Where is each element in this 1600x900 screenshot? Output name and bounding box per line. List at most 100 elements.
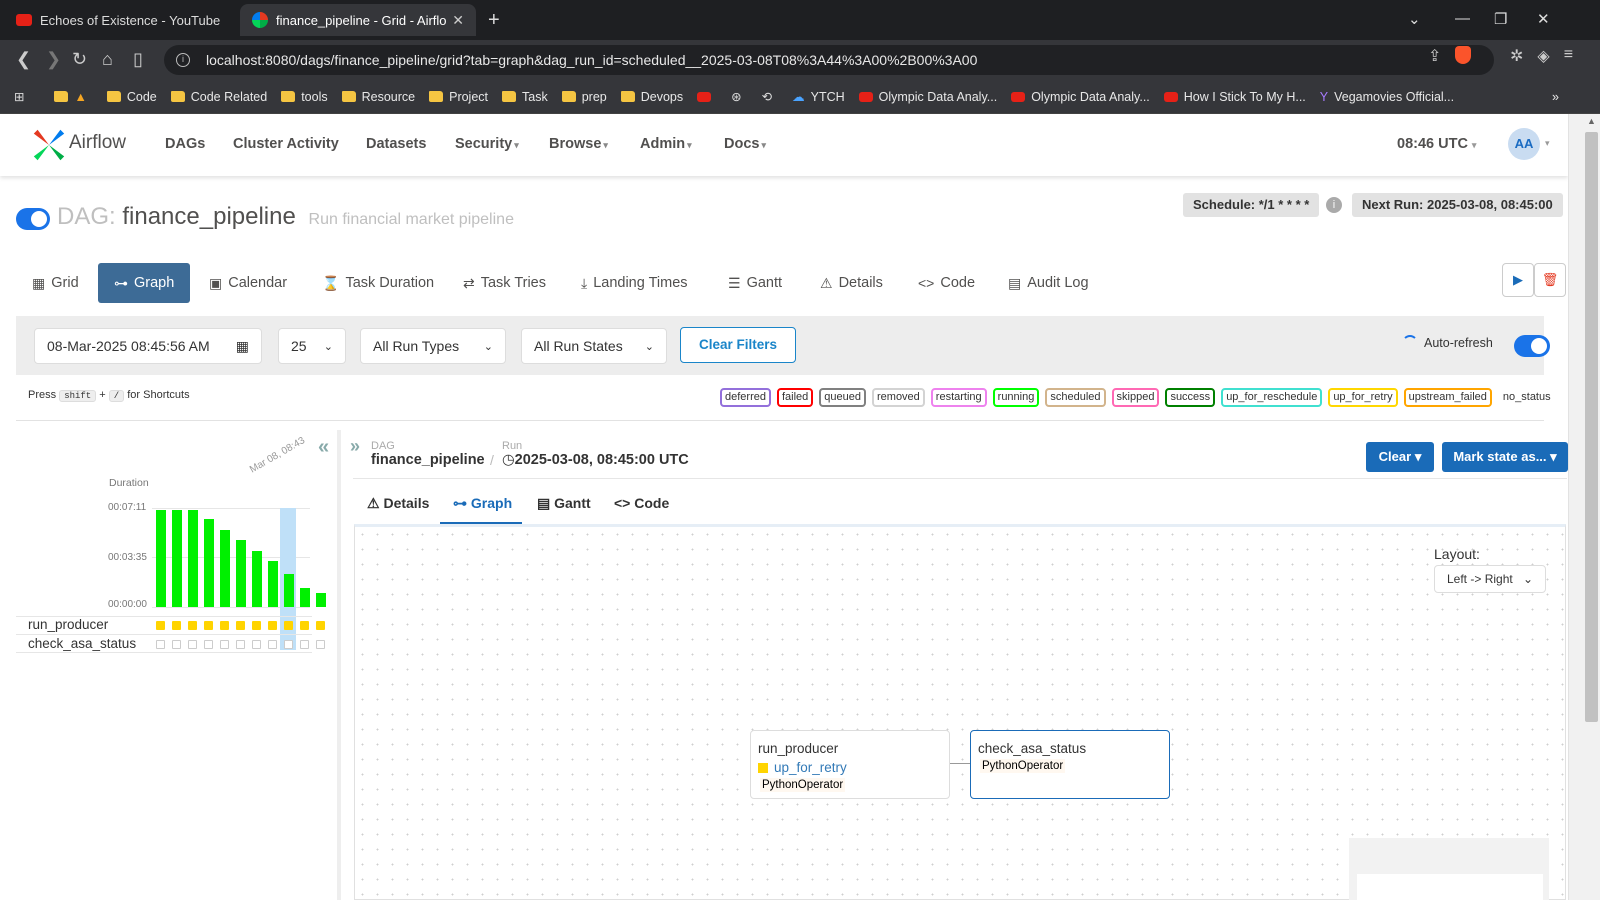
tab-details[interactable]: ⚠ Details (812, 263, 891, 303)
task-instance-cell[interactable] (156, 621, 165, 630)
bookmark-folder[interactable]: Project (429, 90, 488, 104)
auto-refresh-toggle[interactable] (1514, 335, 1550, 357)
task-instance-cell[interactable] (204, 621, 213, 630)
state-legend-upstream-failed[interactable]: upstream_failed (1403, 388, 1492, 407)
duration-bar[interactable] (156, 510, 166, 607)
panel-divider[interactable] (337, 430, 341, 900)
home-icon[interactable]: ⌂ (102, 49, 113, 70)
run-state-select[interactable]: All Run States ⌄ (521, 328, 667, 364)
layout-select[interactable]: Left -> Right ⌄ (1434, 565, 1546, 593)
tab-landing-times[interactable]: ⤓ Landing Times (573, 263, 696, 303)
nav-cluster-activity[interactable]: Cluster Activity (233, 136, 339, 152)
back-icon[interactable]: ❮ (16, 49, 31, 70)
state-legend-no-status[interactable]: no_status (1498, 388, 1556, 407)
collapse-panel-icon[interactable]: « (318, 436, 329, 459)
task-instance-cell[interactable] (300, 640, 309, 649)
subtab-code[interactable]: <> Code (614, 495, 669, 511)
subtab-gantt[interactable]: ▤ Gantt (537, 495, 591, 512)
dag-pause-toggle[interactable] (16, 208, 50, 230)
browser-tab-airflow[interactable]: finance_pipeline - Grid - Airflow ✕ (240, 4, 476, 36)
tab-gantt[interactable]: ☰ Gantt (720, 263, 790, 303)
nav-admin[interactable]: Admin ▾ (640, 136, 692, 152)
restore-icon[interactable]: ❐ (1494, 10, 1507, 28)
state-legend-running[interactable]: running (992, 388, 1040, 407)
bookmark-folder[interactable]: Devops (620, 90, 683, 104)
scroll-up-icon[interactable]: ▲ (1587, 116, 1596, 126)
browser-tab-youtube[interactable]: Echoes of Existence - YouTube (4, 4, 236, 36)
calendar-icon[interactable]: ▦ (236, 338, 249, 355)
task-instance-cell[interactable] (220, 640, 229, 649)
run-count-select[interactable]: 25 ⌄ (278, 328, 346, 364)
task-instance-cell[interactable] (284, 621, 293, 630)
task-instance-cell[interactable] (268, 640, 277, 649)
state-legend-scheduled[interactable]: scheduled (1045, 388, 1106, 407)
task-instance-cell[interactable] (316, 640, 325, 649)
state-legend-skipped[interactable]: skipped (1111, 388, 1160, 407)
vpn-icon[interactable]: ◈ (1537, 46, 1549, 66)
page-scrollbar[interactable]: ▲ (1568, 114, 1600, 900)
brave-shield-icon[interactable] (1455, 46, 1472, 64)
site-info-icon[interactable]: i (176, 53, 190, 67)
task-instance-cell[interactable] (156, 640, 165, 649)
task-instance-cell[interactable] (300, 621, 309, 630)
caret-down-icon[interactable]: ▾ (1545, 138, 1550, 149)
task-instance-cell[interactable] (220, 621, 229, 630)
duration-bar[interactable] (236, 540, 246, 607)
nav-browse[interactable]: Browse ▾ (549, 136, 608, 152)
state-legend-up-for-reschedule[interactable]: up_for_reschedule (1221, 388, 1323, 407)
bookmark-folder[interactable]: Code (106, 90, 157, 104)
tab-grid[interactable]: ▦ Grid (24, 263, 87, 303)
duration-bar[interactable] (188, 510, 198, 607)
task-instance-cell[interactable] (252, 640, 261, 649)
bookmark-folder[interactable]: Code Related (170, 90, 267, 104)
tab-audit-log[interactable]: ▤ Audit Log (1000, 263, 1097, 303)
utc-clock[interactable]: 08:46 UTC ▾ (1397, 136, 1476, 152)
share-icon[interactable]: ⇪ (1428, 46, 1441, 66)
graph-node-run-producer[interactable]: run_producer up_for_retry PythonOperator (750, 730, 950, 799)
bookmark-folder[interactable]: tools (281, 90, 328, 104)
bookmark-folder[interactable]: ▲ (54, 90, 92, 104)
new-tab-icon[interactable]: + (488, 9, 500, 32)
task-instance-cell[interactable] (236, 621, 245, 630)
clear-filters-button[interactable]: Clear Filters (680, 327, 796, 363)
duration-bar[interactable] (300, 588, 310, 607)
url-field[interactable]: i localhost:8080/dags/finance_pipeline/g… (164, 45, 1494, 75)
delete-dag-button[interactable]: 🗑 (1534, 263, 1566, 297)
bookmark-folder[interactable]: Task (502, 90, 548, 104)
duration-bar[interactable] (284, 574, 294, 607)
task-row-label[interactable]: check_asa_status (28, 636, 136, 651)
apps-icon[interactable]: ⊞ (14, 89, 30, 104)
tab-task-tries[interactable]: ⇄ Task Tries (455, 263, 554, 303)
nav-datasets[interactable]: Datasets (366, 136, 426, 152)
tab-graph[interactable]: ⊶ Graph (98, 263, 191, 303)
subtab-details[interactable]: ⚠ Details (367, 495, 429, 512)
bookmark-youtube[interactable]: How I Stick To My H... (1163, 90, 1306, 104)
user-avatar[interactable]: AA (1508, 128, 1540, 160)
task-instance-cell[interactable] (172, 621, 181, 630)
task-instance-cell[interactable] (284, 640, 293, 649)
minimap-viewport[interactable] (1357, 874, 1543, 900)
trigger-dag-button[interactable]: ▶ (1502, 263, 1534, 297)
bookmark-vega[interactable]: Y Vegamovies Official... (1320, 90, 1454, 104)
tab-task-duration[interactable]: ⌛ Task Duration (314, 263, 442, 303)
close-tab-icon[interactable]: ✕ (452, 12, 464, 29)
bookmark-icon[interactable]: ▯ (133, 49, 143, 70)
mark-state-button[interactable]: Mark state as... ▾ (1442, 442, 1568, 472)
breadcrumb-run[interactable]: ◷2025-03-08, 08:45:00 UTC (502, 452, 689, 468)
nav-dags[interactable]: DAGs (165, 136, 205, 152)
date-filter-input[interactable]: 08-Mar-2025 08:45:56 AM ▦ (34, 328, 262, 364)
state-legend-deferred[interactable]: deferred (720, 388, 771, 407)
expand-panel-icon[interactable]: » (350, 436, 360, 457)
task-instance-cell[interactable] (236, 640, 245, 649)
state-legend-up-for-retry[interactable]: up_for_retry (1328, 388, 1398, 407)
more-bookmarks-icon[interactable]: » (1552, 90, 1559, 104)
task-instance-cell[interactable] (252, 621, 261, 630)
duration-bar[interactable] (268, 561, 278, 607)
state-legend-failed[interactable]: failed (776, 388, 814, 407)
task-instance-cell[interactable] (188, 621, 197, 630)
bookmark-refresh[interactable]: ⟲ (762, 89, 778, 104)
duration-bar[interactable] (220, 529, 230, 607)
reload-icon[interactable]: ↻ (72, 49, 87, 70)
bookmark-folder[interactable]: Resource (341, 90, 415, 104)
info-icon[interactable]: i (1326, 197, 1342, 213)
